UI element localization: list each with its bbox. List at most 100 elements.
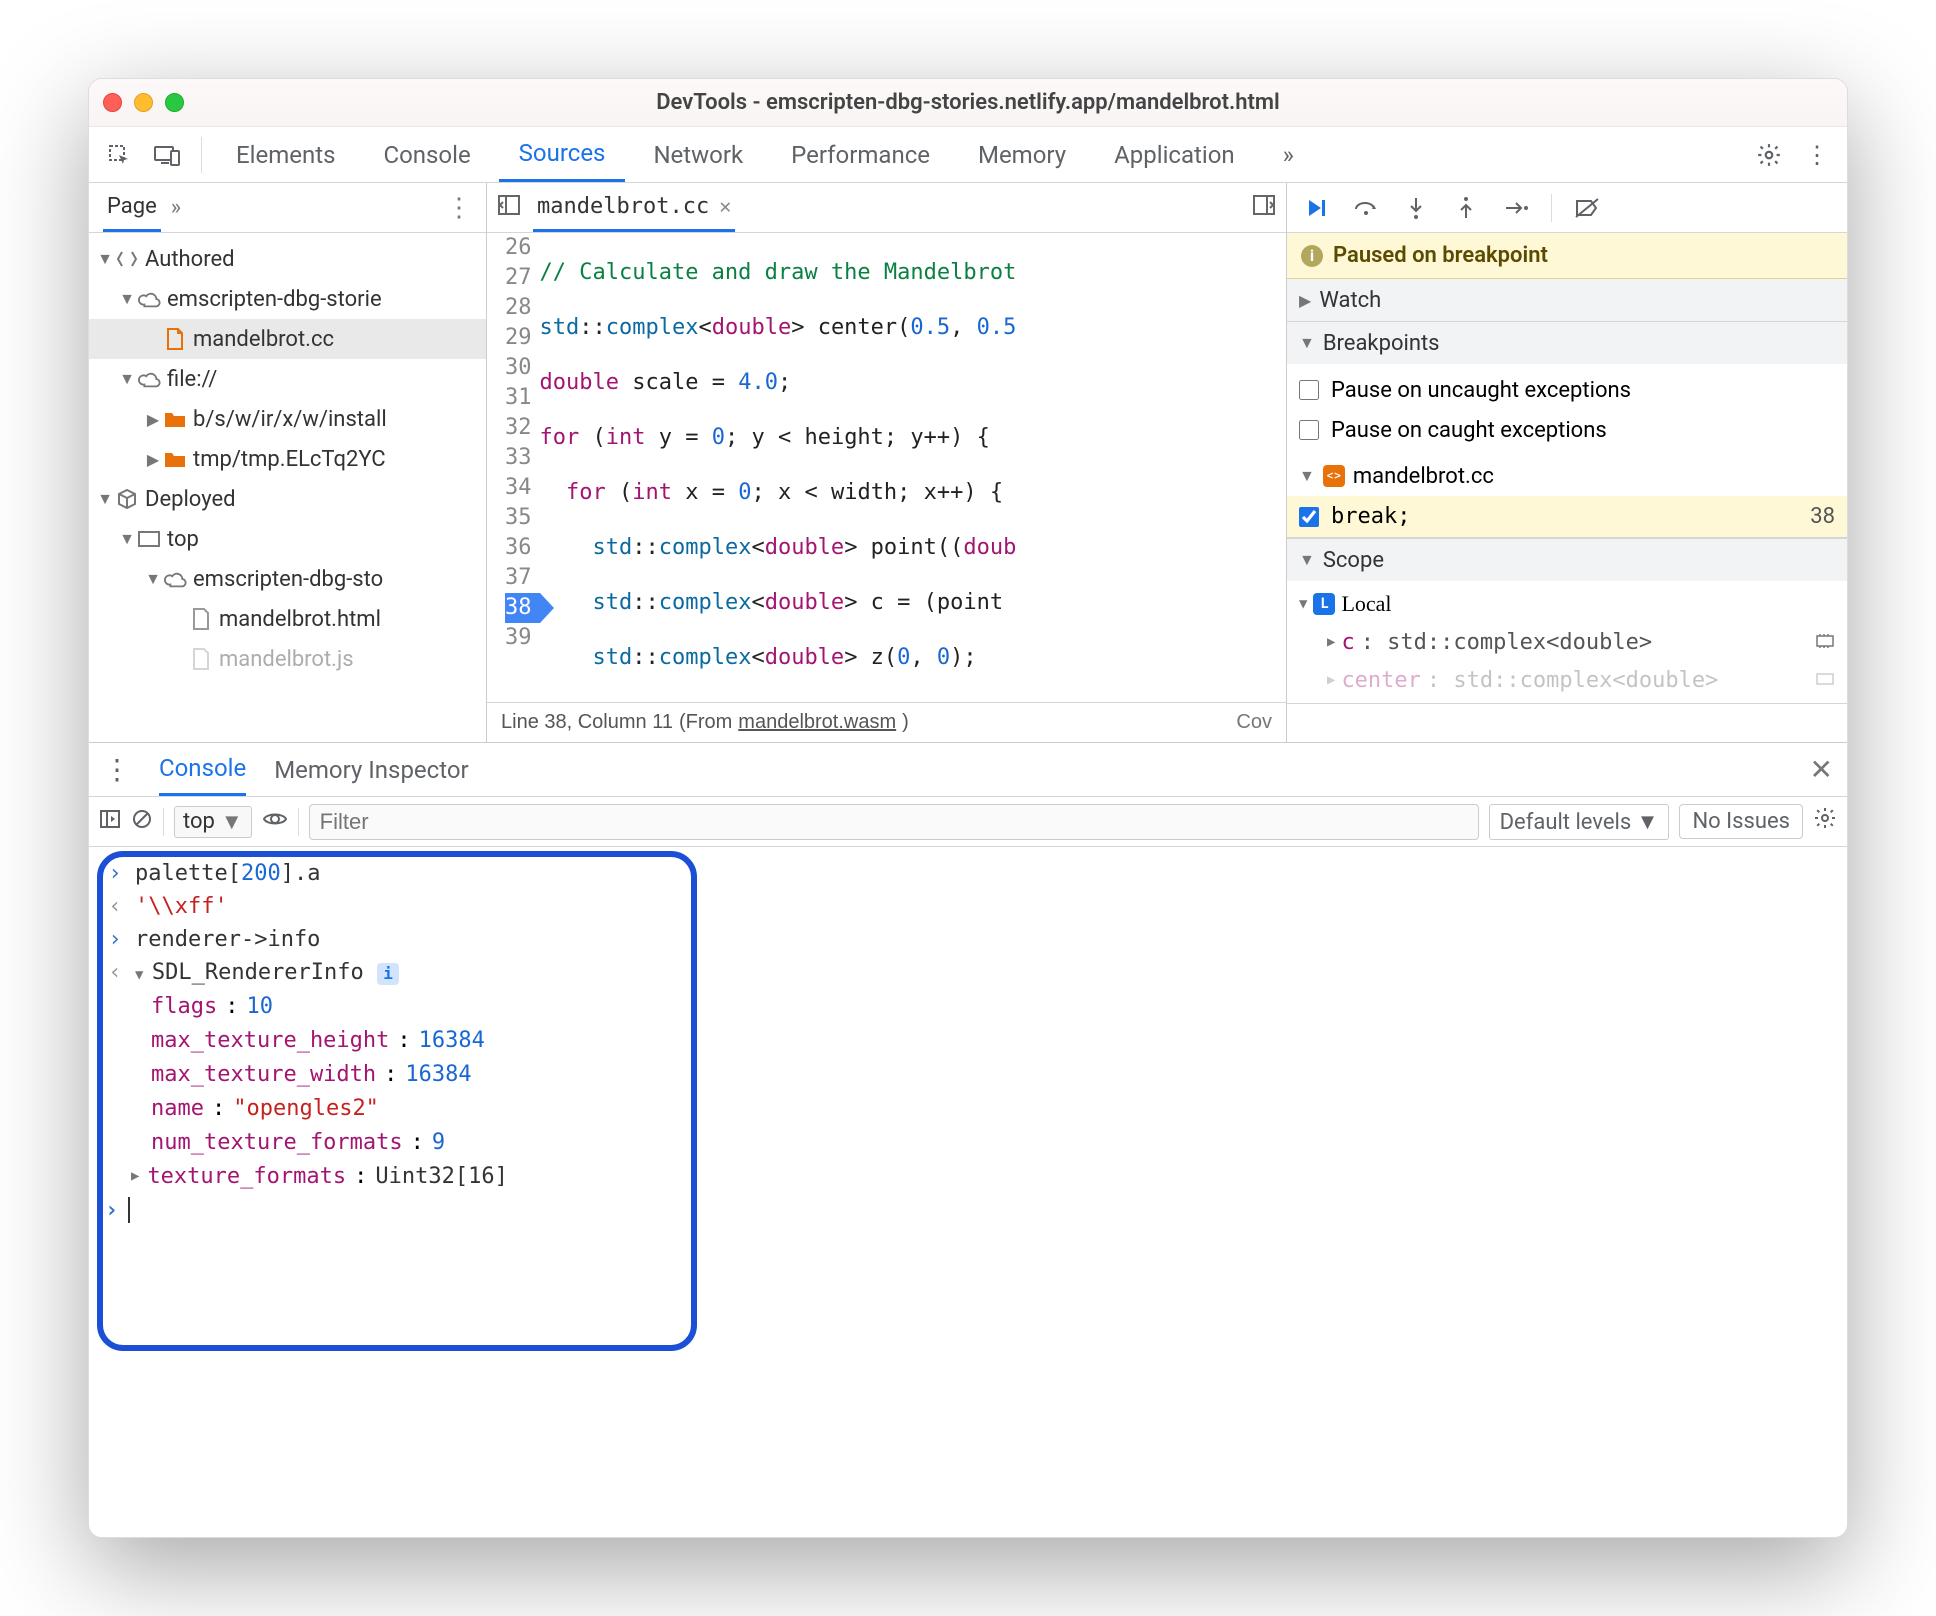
tab-elements[interactable]: Elements [216, 127, 355, 182]
navigator-tab-page[interactable]: Page [103, 183, 161, 232]
toggle-debugger-icon[interactable] [1252, 194, 1276, 222]
deactivate-breakpoints-icon[interactable] [1572, 193, 1602, 223]
section-watch[interactable]: ▶Watch [1287, 279, 1847, 322]
navigator-pane: Page » ⋮ ▼ Authored ▼ emscripten-dbg-sto… [89, 183, 487, 742]
console-input-2: › renderer->info [95, 923, 1841, 956]
memory-chip-icon[interactable] [1815, 630, 1835, 655]
tree-file-scheme[interactable]: ▼ file:// [89, 359, 486, 399]
log-levels[interactable]: Default levels ▼ [1489, 804, 1670, 840]
source-editor: mandelbrot.cc ✕ 262728293031323334353637… [487, 183, 1287, 742]
drawer-more-icon[interactable]: ⋮ [103, 753, 131, 786]
console-output-2[interactable]: ‹ ▼ SDL_RendererInfo i [95, 956, 1841, 989]
folder-icon [163, 407, 187, 431]
section-breakpoints: ▼Breakpoints Pause on uncaught exception… [1287, 322, 1847, 539]
scope-var-center[interactable]: ▶ center: std::complex<double> [1287, 661, 1847, 699]
tab-sources[interactable]: Sources [499, 127, 626, 182]
info-badge-icon[interactable]: i [377, 963, 399, 985]
device-toggle-icon[interactable] [147, 135, 187, 175]
tree-file-mandelbrot-cc[interactable]: mandelbrot.cc [89, 319, 486, 359]
paused-banner: i Paused on breakpoint [1287, 233, 1847, 279]
toggle-navigator-icon[interactable] [497, 194, 521, 222]
breakpoint-file[interactable]: ▼ <> mandelbrot.cc [1287, 456, 1847, 496]
close-tab-icon[interactable]: ✕ [719, 194, 731, 218]
cloud-icon [163, 567, 187, 591]
console-settings-icon[interactable] [1813, 806, 1837, 837]
tree-folder-b[interactable]: ▶ tmp/tmp.ELcTq2YC [89, 439, 486, 479]
editor-tabs: mandelbrot.cc ✕ [487, 183, 1286, 233]
step-over-icon[interactable] [1351, 193, 1381, 223]
breakpoint-badge-icon: <> [1323, 465, 1345, 487]
drawer-tab-memory-inspector[interactable]: Memory Inspector [274, 756, 468, 784]
prompt-in-icon: › [105, 1198, 118, 1223]
step-icon[interactable] [1501, 193, 1531, 223]
tab-memory[interactable]: Memory [958, 127, 1086, 182]
tree-top-frame[interactable]: ▼ top [89, 519, 486, 559]
sourcemap-link[interactable]: mandelbrot.wasm [738, 711, 896, 734]
code-lines[interactable]: // Calculate and draw the Mandelbrot std… [540, 233, 1287, 702]
drawer-close-icon[interactable]: ✕ [1810, 753, 1833, 786]
prompt-out-icon: ‹ [105, 960, 125, 985]
scope-var-c[interactable]: ▶ c: std::complex<double> [1287, 623, 1847, 661]
scope-local[interactable]: ▼L Local [1287, 585, 1847, 623]
editor-statusbar: Line 38, Column 11 (From mandelbrot.wasm… [487, 702, 1286, 742]
filter-input[interactable] [320, 809, 1468, 835]
code-area[interactable]: 2627282930313233343536373839 // Calculat… [487, 233, 1286, 702]
settings-gear-icon[interactable] [1749, 135, 1789, 175]
tree-origin-2[interactable]: ▼ emscripten-dbg-sto [89, 559, 486, 599]
issues-button[interactable]: No Issues [1679, 804, 1803, 839]
step-into-icon[interactable] [1401, 193, 1431, 223]
tree-file-js[interactable]: mandelbrot.js [89, 639, 486, 679]
section-scope: ▼Scope ▼L Local ▶ c: std::complex<double… [1287, 539, 1847, 704]
drawer-tab-console[interactable]: Console [159, 743, 246, 796]
pause-caught-checkbox[interactable]: Pause on caught exceptions [1299, 410, 1835, 450]
gutter[interactable]: 2627282930313233343536373839 [487, 233, 540, 702]
input-caret [128, 1197, 130, 1223]
local-badge-icon: L [1313, 593, 1335, 615]
memory-chip-icon[interactable] [1815, 668, 1835, 693]
context-selector[interactable]: top ▼ [174, 806, 252, 838]
navigator-tabs-overflow[interactable]: » [171, 195, 181, 220]
tab-console[interactable]: Console [363, 127, 490, 182]
console-toolbar: top ▼ Default levels ▼ No Issues [89, 797, 1847, 847]
navigator-more-icon[interactable]: ⋮ [446, 193, 472, 223]
page-icon [189, 607, 213, 631]
tab-application[interactable]: Application [1094, 127, 1255, 182]
devtools-window: DevTools - emscripten-dbg-stories.netlif… [88, 78, 1848, 1538]
drawer: ⋮ Console Memory Inspector ✕ top ▼ Defau… [89, 743, 1847, 1537]
step-out-icon[interactable] [1451, 193, 1481, 223]
resume-icon[interactable] [1301, 193, 1331, 223]
tree-folder-a[interactable]: ▶ b/s/w/ir/x/w/install [89, 399, 486, 439]
more-vert-icon[interactable]: ⋮ [1797, 135, 1837, 175]
breakpoint-toggle[interactable] [1299, 507, 1319, 527]
live-expression-icon[interactable] [262, 809, 288, 834]
console-output-1: ‹ '\\xff' [95, 890, 1841, 923]
navigator-tabs: Page » ⋮ [89, 183, 486, 233]
tree-deployed[interactable]: ▼ Deployed [89, 479, 486, 519]
breakpoint-entry[interactable]: break; 38 [1287, 496, 1847, 538]
tab-network[interactable]: Network [633, 127, 763, 182]
sources-panel: Page » ⋮ ▼ Authored ▼ emscripten-dbg-sto… [89, 183, 1847, 743]
console-prompt[interactable]: › [95, 1193, 1841, 1227]
file-tab-mandelbrot-cc[interactable]: mandelbrot.cc ✕ [533, 183, 735, 232]
drawer-tabs: ⋮ Console Memory Inspector ✕ [89, 743, 1847, 797]
tree-origin-1[interactable]: ▼ emscripten-dbg-storie [89, 279, 486, 319]
pause-uncaught-checkbox[interactable]: Pause on uncaught exceptions [1299, 370, 1835, 410]
tabs-overflow[interactable]: » [1263, 127, 1314, 182]
inspect-icon[interactable] [99, 135, 139, 175]
coverage-label[interactable]: Cov [1236, 711, 1272, 734]
scope-header[interactable]: ▼Scope [1287, 539, 1847, 581]
prompt-in-icon: › [105, 927, 125, 952]
tab-performance[interactable]: Performance [771, 127, 950, 182]
expandable-prop[interactable]: ▶ texture_formats: Uint32[16] [131, 1159, 1841, 1193]
cloud-icon [137, 367, 161, 391]
console-filter[interactable] [309, 804, 1479, 840]
clear-console-icon[interactable] [131, 808, 153, 836]
breakpoints-header[interactable]: ▼Breakpoints [1287, 322, 1847, 364]
cloud-icon [137, 287, 161, 311]
console-output[interactable]: › palette[200].a ‹ '\\xff' › renderer->i… [89, 847, 1847, 1537]
tree-authored[interactable]: ▼ Authored [89, 239, 486, 279]
tree-file-html[interactable]: mandelbrot.html [89, 599, 486, 639]
console-sidebar-toggle-icon[interactable] [99, 809, 121, 835]
debugger-controls [1287, 183, 1847, 233]
prompt-out-icon: ‹ [105, 894, 125, 919]
